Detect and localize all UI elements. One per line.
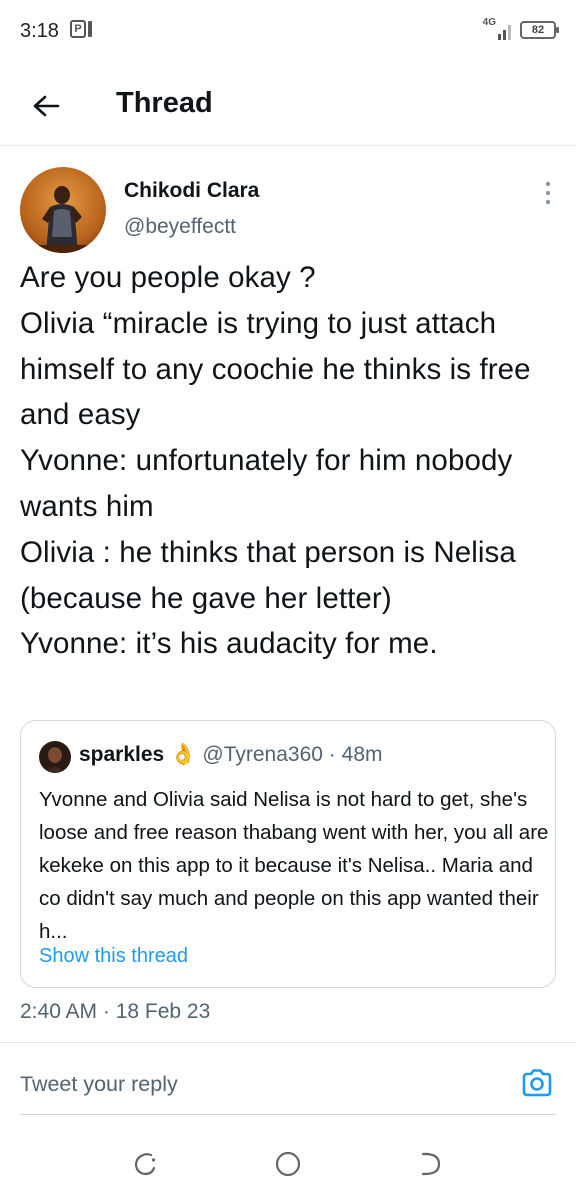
tweet-timestamp[interactable]: 2:40 AM · 18 Feb 23 [20,1000,210,1024]
arrow-left-icon [33,95,60,117]
recent-apps-button[interactable] [128,1146,164,1182]
quoted-tweet[interactable]: sparkles 👌 @Tyrena360 · 48m Yvonne and Oli… [20,720,556,988]
ok-hand-emoji: 👌 [170,743,197,766]
quoted-author-avatar [39,741,71,773]
quoted-time: 48m [341,743,383,766]
quoted-author-handle: @Tyrena360 [202,743,323,766]
network-type: 4G [482,17,496,28]
avatar-photo [20,167,106,253]
system-nav-bar [0,1130,576,1200]
status-bar: 3:18 P 4G 82 [0,0,576,64]
quoted-author-name: sparkles [79,743,165,766]
back-button[interactable] [28,88,64,124]
battery-icon: 82 [520,21,559,39]
back-nav-icon [421,1152,441,1176]
quoted-tweet-text: Yvonne and Olivia said Nelisa is not har… [39,788,549,943]
reply-underline [20,1114,556,1115]
camera-button[interactable] [520,1066,554,1100]
more-options-button[interactable] [540,179,556,207]
quoted-separator: · [328,743,336,766]
back-nav-button[interactable] [412,1146,448,1182]
page-title: Thread [116,87,213,119]
reply-input[interactable] [20,1066,500,1102]
author-avatar[interactable] [20,167,106,253]
author-name[interactable]: Chikodi Clara [124,179,259,203]
quoted-tweet-header: sparkles 👌 @Tyrena360 · 48m [79,743,383,767]
author-handle[interactable]: @beyeffectt [124,215,236,239]
home-circle-icon [275,1151,301,1177]
home-button[interactable] [270,1146,306,1182]
divider [0,1042,576,1043]
status-time: 3:18 [20,20,59,42]
quoted-avatar-photo [39,741,71,773]
top-bar: Thread [0,66,576,146]
camera-icon [522,1069,552,1097]
signal-icon [498,25,511,40]
parking-notification-icon: P [70,20,86,38]
recent-apps-icon [134,1153,156,1176]
show-thread-link[interactable]: Show this thread [39,945,188,968]
tweet-text: Are you people okay ? Olivia “miracle is… [20,261,531,661]
more-vertical-icon [545,181,551,205]
sim-icon [88,21,92,37]
